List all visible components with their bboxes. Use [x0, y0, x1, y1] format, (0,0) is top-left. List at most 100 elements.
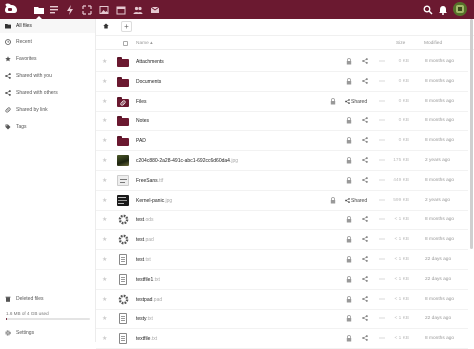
file-row[interactable]: ★ test.pad ⋯ < 1 KB 8 months ago [96, 230, 468, 251]
file-row[interactable]: ★ Kernel-panic.jpg Shared ⋯ 599 KB 2 years ag… [96, 191, 468, 211]
favorite-star-icon[interactable]: ★ [102, 237, 107, 243]
file-name[interactable]: textfile.txt [136, 336, 157, 342]
activity-icon[interactable] [48, 4, 59, 15]
file-name[interactable]: Attachments [136, 59, 164, 65]
favorite-star-icon[interactable]: ★ [102, 297, 107, 303]
share-icon[interactable] [362, 77, 369, 85]
more-options-icon[interactable]: ⋯ [379, 59, 385, 65]
more-options-icon[interactable]: ⋯ [379, 277, 385, 283]
share-icon[interactable] [362, 117, 369, 124]
file-name[interactable]: Notes [136, 118, 149, 124]
sidebar-item-recent[interactable]: Recent [0, 35, 95, 49]
lock-icon[interactable] [346, 275, 352, 283]
file-name[interactable]: testfile1.txt [136, 277, 160, 283]
file-row[interactable]: ★ testy.txt ⋯ < 1 KB 22 days ago [96, 309, 468, 330]
share-icon[interactable] [362, 157, 369, 164]
fullscreen-icon[interactable] [81, 4, 92, 15]
lock-icon[interactable] [346, 315, 352, 322]
search-icon[interactable] [422, 4, 433, 15]
lock-icon[interactable] [346, 157, 352, 164]
share-icon[interactable] [362, 275, 369, 283]
file-name[interactable]: FreeSans.ttf [136, 178, 163, 184]
file-row[interactable]: ★ Notes ⋯ 0 KB 8 months ago [96, 111, 468, 132]
lock-icon[interactable] [346, 117, 352, 124]
column-size[interactable]: Size [396, 41, 405, 46]
file-row[interactable]: ★ test.ods ⋯ < 1 KB 8 months ago [96, 210, 468, 231]
lock-icon[interactable] [346, 58, 352, 65]
more-options-icon[interactable]: ⋯ [379, 198, 385, 204]
file-row[interactable]: ★ PAD ⋯ 0 KB 8 months ago [96, 131, 468, 152]
favorite-star-icon[interactable]: ★ [102, 118, 107, 124]
lock-icon[interactable] [346, 137, 352, 144]
more-options-icon[interactable]: ⋯ [379, 297, 385, 303]
lock-icon[interactable] [346, 335, 352, 342]
favorite-star-icon[interactable]: ★ [102, 217, 107, 223]
favorite-star-icon[interactable]: ★ [102, 277, 107, 283]
favorite-star-icon[interactable]: ★ [102, 79, 107, 85]
file-name[interactable]: test.ods [136, 217, 154, 223]
favorite-star-icon[interactable]: ★ [102, 257, 107, 263]
file-row[interactable]: ★ Files Shared ⋯ 0 KB 8 months ago [96, 92, 468, 112]
sidebar-item-tags[interactable]: Tags [0, 120, 95, 134]
more-options-icon[interactable]: ⋯ [379, 158, 385, 164]
file-name[interactable]: testpad.pad [136, 297, 162, 303]
contacts-icon[interactable] [132, 4, 143, 15]
flash-icon[interactable] [64, 4, 75, 15]
file-name[interactable]: Kernel-panic.jpg [136, 198, 172, 204]
file-name[interactable]: c204c880-2a28-491c-abc1-692cc6d60da4.jpg [136, 158, 238, 164]
sidebar-item-all-files[interactable]: All files [0, 19, 95, 33]
lock-icon[interactable] [346, 236, 352, 243]
lock-icon[interactable] [346, 77, 352, 85]
file-name[interactable]: PAD [136, 138, 146, 144]
sidebar-settings[interactable]: Settings [0, 326, 95, 340]
favorite-star-icon[interactable]: ★ [102, 138, 107, 144]
share-icon[interactable] [362, 295, 369, 303]
sidebar-item-shared-with-you[interactable]: Shared with you [0, 69, 95, 83]
favorite-star-icon[interactable]: ★ [102, 178, 107, 184]
column-modified[interactable]: Modified [424, 41, 442, 46]
file-name[interactable]: test.pad [136, 237, 154, 243]
lock-icon[interactable] [346, 176, 352, 184]
share-icon[interactable] [362, 256, 369, 263]
lock-icon[interactable] [330, 196, 336, 204]
calendar-icon[interactable] [115, 4, 126, 15]
avatar[interactable] [453, 2, 467, 16]
lock-icon[interactable] [346, 256, 352, 263]
share-status[interactable]: Shared [345, 99, 367, 105]
favorite-star-icon[interactable]: ★ [102, 99, 107, 105]
file-name[interactable]: test.txt [136, 257, 151, 263]
sidebar-item-shared-by-link[interactable]: Shared by link [0, 103, 95, 117]
notifications-icon[interactable] [437, 4, 448, 15]
nextcloud-logo[interactable] [4, 2, 18, 16]
share-icon[interactable] [362, 176, 369, 184]
more-options-icon[interactable]: ⋯ [379, 237, 385, 243]
more-options-icon[interactable]: ⋯ [379, 178, 385, 184]
home-icon[interactable] [103, 23, 109, 29]
select-all-checkbox[interactable] [123, 41, 128, 46]
file-row[interactable]: ★ testfile1.txt ⋯ < 1 KB 22 days ago [96, 270, 468, 290]
more-options-icon[interactable]: ⋯ [379, 257, 385, 263]
share-icon[interactable] [362, 335, 369, 342]
more-options-icon[interactable]: ⋯ [379, 118, 385, 124]
file-row[interactable]: ★ FreeSans.ttf ⋯ 449 KB 8 months ago [96, 171, 468, 191]
mail-icon[interactable] [149, 4, 160, 15]
more-options-icon[interactable]: ⋯ [379, 217, 385, 223]
favorite-star-icon[interactable]: ★ [102, 59, 107, 65]
share-icon[interactable] [362, 315, 369, 322]
file-name[interactable]: Files [136, 99, 147, 105]
sidebar-item-favorites[interactable]: Favorites [0, 52, 95, 66]
scrollbar[interactable] [470, 19, 473, 249]
files-icon[interactable] [33, 4, 44, 19]
favorite-star-icon[interactable]: ★ [102, 198, 107, 204]
lock-icon[interactable] [346, 216, 352, 223]
more-options-icon[interactable]: ⋯ [379, 79, 385, 85]
share-icon[interactable] [362, 216, 369, 223]
file-row[interactable]: ★ testpad.pad ⋯ < 1 KB 8 months ago [96, 290, 468, 310]
file-name[interactable]: Documents [136, 79, 161, 85]
file-row[interactable]: ★ Documents ⋯ 0 KB 8 months ago [96, 72, 468, 92]
file-row[interactable]: ★ Attachments ⋯ 0 KB 8 months ago [96, 52, 468, 72]
lock-icon[interactable] [330, 97, 336, 105]
share-icon[interactable] [362, 236, 369, 243]
share-status[interactable]: Shared [345, 198, 367, 204]
share-icon[interactable] [362, 137, 369, 144]
